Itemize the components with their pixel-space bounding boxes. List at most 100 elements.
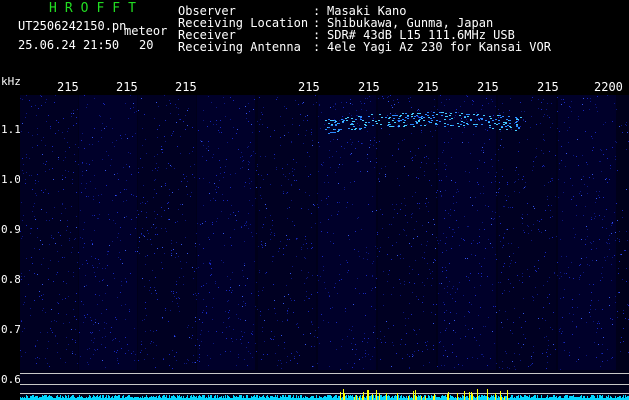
noise-speck bbox=[228, 318, 229, 319]
noise-speck bbox=[318, 142, 319, 143]
noise-speck bbox=[94, 175, 95, 176]
noise-speck bbox=[201, 330, 202, 331]
spectrum-peak bbox=[464, 391, 465, 400]
noise-speck bbox=[46, 220, 47, 221]
noise-speck bbox=[165, 120, 166, 121]
noise-speck bbox=[317, 363, 318, 364]
noise-speck bbox=[572, 334, 573, 335]
noise-speck bbox=[392, 107, 393, 108]
noise-speck bbox=[535, 287, 536, 288]
noise-speck bbox=[248, 121, 249, 122]
noise-speck bbox=[117, 360, 118, 361]
noise-speck bbox=[141, 341, 142, 342]
noise-speck bbox=[569, 313, 570, 314]
noise-speck bbox=[58, 313, 59, 314]
noise-speck bbox=[493, 219, 494, 220]
noise-speck bbox=[504, 290, 505, 291]
noise-speck bbox=[398, 102, 399, 103]
noise-speck bbox=[505, 351, 506, 352]
spectrum-bar bbox=[81, 396, 82, 400]
noise-speck bbox=[304, 283, 305, 284]
spectrum-peak bbox=[421, 396, 422, 400]
noise-speck bbox=[199, 357, 200, 358]
noise-speck bbox=[182, 214, 183, 215]
noise-speck bbox=[98, 323, 99, 324]
noise-speck bbox=[274, 154, 275, 155]
noise-speck bbox=[376, 158, 377, 159]
noise-speck bbox=[303, 102, 304, 103]
noise-speck bbox=[263, 107, 264, 108]
noise-speck bbox=[479, 229, 480, 230]
noise-speck bbox=[181, 244, 182, 245]
noise-speck bbox=[483, 193, 484, 194]
noise-speck bbox=[45, 145, 46, 146]
noise-speck bbox=[212, 319, 213, 320]
noise-speck bbox=[286, 235, 287, 236]
noise-speck bbox=[578, 116, 579, 117]
noise-speck bbox=[387, 97, 388, 98]
noise-speck bbox=[167, 203, 168, 204]
noise-speck bbox=[222, 332, 223, 333]
noise-speck bbox=[132, 136, 133, 137]
spectrum-bar bbox=[377, 396, 378, 400]
noise-speck bbox=[67, 131, 68, 132]
noise-speck bbox=[208, 150, 209, 151]
noise-speck bbox=[150, 239, 151, 240]
noise-speck bbox=[262, 331, 263, 332]
noise-speck bbox=[236, 365, 237, 366]
noise-speck bbox=[599, 197, 600, 198]
meteor-echo-pixel bbox=[332, 120, 334, 121]
meteor-echo-pixel bbox=[423, 117, 425, 118]
noise-speck bbox=[626, 125, 627, 126]
noise-speck bbox=[375, 287, 376, 288]
noise-speck bbox=[488, 317, 489, 318]
noise-speck bbox=[412, 269, 413, 270]
noise-speck bbox=[411, 133, 412, 134]
noise-speck bbox=[258, 295, 259, 296]
noise-speck bbox=[265, 156, 266, 157]
noise-speck bbox=[171, 166, 172, 167]
noise-speck bbox=[97, 349, 98, 350]
noise-speck bbox=[409, 273, 410, 274]
noise-speck bbox=[335, 172, 336, 173]
noise-speck bbox=[587, 164, 588, 165]
noise-speck bbox=[346, 260, 347, 261]
noise-speck bbox=[249, 162, 250, 163]
noise-speck bbox=[414, 330, 415, 331]
meteor-echo-pixel bbox=[515, 122, 517, 123]
noise-speck bbox=[466, 95, 467, 96]
noise-speck bbox=[370, 144, 371, 145]
meteor-echo-pixel bbox=[436, 114, 438, 115]
noise-speck bbox=[155, 168, 156, 169]
noise-speck bbox=[364, 333, 365, 334]
noise-speck bbox=[556, 236, 557, 237]
noise-speck bbox=[252, 357, 253, 358]
noise-speck bbox=[424, 258, 425, 259]
noise-speck bbox=[166, 168, 167, 169]
noise-speck bbox=[227, 301, 228, 302]
spectrum-bar bbox=[289, 395, 290, 400]
noise-speck bbox=[94, 349, 95, 350]
noise-speck bbox=[242, 270, 243, 271]
noise-speck bbox=[500, 131, 501, 132]
noise-speck bbox=[151, 341, 152, 342]
noise-speck bbox=[102, 123, 103, 124]
noise-speck bbox=[511, 260, 512, 261]
noise-speck bbox=[38, 181, 39, 182]
noise-speck bbox=[53, 281, 54, 282]
noise-speck bbox=[573, 314, 574, 315]
spectrum-bar bbox=[352, 395, 353, 400]
noise-speck bbox=[409, 368, 410, 369]
noise-speck bbox=[410, 151, 411, 152]
noise-speck bbox=[502, 327, 503, 328]
meteor-echo-pixel bbox=[372, 125, 374, 126]
noise-speck bbox=[533, 166, 534, 167]
noise-speck bbox=[125, 337, 126, 338]
spectrum-bar bbox=[43, 396, 44, 400]
noise-speck bbox=[547, 115, 548, 116]
noise-speck bbox=[146, 153, 147, 154]
meteor-echo-pixel bbox=[328, 127, 330, 128]
noise-speck bbox=[342, 164, 343, 165]
spectrum-bar bbox=[432, 396, 433, 400]
noise-speck bbox=[619, 231, 620, 232]
